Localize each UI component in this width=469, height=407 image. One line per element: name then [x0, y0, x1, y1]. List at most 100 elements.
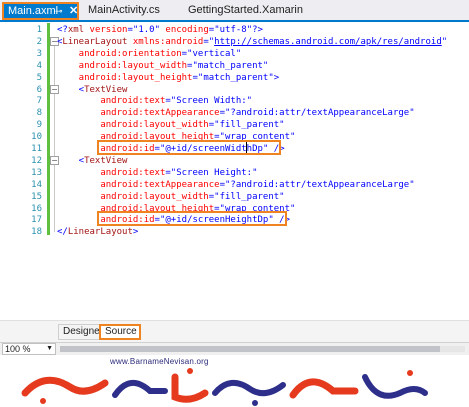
line-number: 13: [31, 167, 42, 178]
tab-main-axml[interactable]: Main.axml ⊸ ✕: [2, 2, 79, 20]
code-text: <TextView: [57, 155, 128, 167]
code-token: android:layout_width: [57, 60, 188, 71]
highlight-box-screenheightdp: [97, 211, 287, 226]
view-switcher: Designer Source: [0, 320, 469, 342]
code-token: ">: [268, 72, 280, 83]
line-number: 9: [36, 120, 42, 131]
line-number: 18: [31, 227, 42, 238]
zoom-dropdown[interactable]: 100 % ▼: [2, 343, 56, 355]
code-line[interactable]: 9 android:layout_width="fill_parent": [0, 119, 469, 131]
code-token: fill_parent: [219, 120, 280, 131]
code-token: "?>: [246, 25, 263, 35]
code-token: TextView: [84, 84, 128, 95]
editor-status-bar: 100 % ▼: [0, 342, 469, 355]
pin-icon[interactable]: ⊸: [55, 4, 63, 18]
tab-label: Main.axml: [8, 5, 59, 17]
code-token: fill_parent: [219, 191, 280, 202]
code-text: android:layout_width="fill_parent": [57, 191, 285, 203]
code-token: =": [181, 48, 193, 59]
text-cursor: [246, 142, 247, 153]
code-token: ": [262, 60, 269, 71]
code-text: android:text="Screen Width:": [57, 95, 252, 107]
line-number: 2: [36, 36, 42, 47]
code-token: xmlns:android: [127, 36, 204, 47]
code-line[interactable]: 13 android:text="Screen Height:": [0, 167, 469, 179]
code-token: =": [208, 120, 220, 131]
code-line[interactable]: 4 android:layout_width="match_parent": [0, 60, 469, 72]
code-token: >: [132, 227, 139, 238]
code-line[interactable]: 8 android:textAppearance="?android:attr/…: [0, 107, 469, 119]
code-line[interactable]: 18 </LinearLayout>: [0, 226, 469, 238]
code-line[interactable]: 12− <TextView: [0, 155, 469, 167]
code-token: android:textAppearance: [57, 108, 220, 119]
code-token: ": [290, 203, 296, 214]
code-token: ": [441, 36, 448, 47]
code-line[interactable]: 5 android:layout_height="match_parent">: [0, 72, 469, 84]
tab-gettingstarted-xamarin[interactable]: GettingStarted.Xamarin: [188, 2, 303, 20]
code-token: Screen Width:: [176, 96, 247, 107]
line-number: 8: [36, 108, 42, 119]
code-token: TextView: [84, 155, 128, 166]
code-token: ": [409, 108, 415, 119]
line-number: 14: [31, 179, 42, 190]
code-line[interactable]: 7 android:text="Screen Width:": [0, 95, 469, 107]
highlight-box-screenwidthdp: [97, 140, 281, 155]
code-token: ": [235, 48, 242, 59]
code-token: android:textAppearance: [57, 179, 220, 190]
code-token: ": [279, 191, 285, 202]
code-token: =": [127, 25, 139, 35]
source-tab[interactable]: Source: [99, 324, 141, 340]
code-token: <: [57, 84, 85, 95]
code-token: ?android:attr/textAppearanceLarge: [230, 108, 410, 119]
code-token: match_parent: [203, 72, 269, 83]
code-token: ": [279, 120, 285, 131]
line-number: 16: [31, 203, 42, 214]
line-number: 4: [36, 60, 42, 71]
code-token: ": [246, 96, 253, 107]
code-token: android:text: [57, 167, 166, 178]
code-token: match_parent: [197, 60, 263, 71]
code-line[interactable]: 3 android:orientation="vertical": [0, 48, 469, 60]
code-token: xml: [67, 25, 85, 35]
code-text: android:textAppearance="?android:attr/te…: [57, 179, 415, 191]
code-token: =": [165, 167, 177, 178]
code-text: android:text="Screen Height:": [57, 167, 258, 179]
code-token: utf-8: [219, 25, 247, 35]
horizontal-scrollbar[interactable]: [60, 346, 465, 352]
code-line[interactable]: 15 android:layout_width="fill_parent": [0, 191, 469, 203]
code-token: vertical: [192, 48, 236, 59]
tab-mainactivity-cs[interactable]: MainActivity.cs: [88, 2, 160, 20]
line-number: 3: [36, 48, 42, 59]
zoom-value: 100 %: [5, 344, 31, 354]
code-token: =": [219, 108, 231, 119]
line-number: 15: [31, 191, 42, 202]
code-token: =": [208, 25, 220, 35]
code-token: http://schemas.android.com/apk/res/andro…: [214, 36, 442, 47]
line-number: 17: [31, 215, 42, 226]
code-text: android:layout_width="match_parent": [57, 60, 269, 72]
code-token: Screen Height:: [176, 167, 253, 178]
close-icon[interactable]: ✕: [69, 4, 78, 18]
code-token: ": [290, 132, 296, 143]
code-token: version: [84, 25, 128, 35]
code-text: </LinearLayout>: [57, 226, 138, 238]
code-editor[interactable]: 1 <?xml version="1.0" encoding="utf-8"?> 2…: [0, 22, 469, 320]
code-token: LinearLayout: [67, 227, 133, 238]
line-number: 12: [31, 155, 42, 166]
code-token: android:text: [57, 96, 166, 107]
code-line[interactable]: 6− <TextView: [0, 84, 469, 96]
code-token: ": [252, 167, 258, 178]
code-token: ": [409, 179, 415, 190]
code-line[interactable]: 2− <LinearLayout xmlns:android="http://sc…: [0, 36, 469, 48]
code-text: android:layout_width="fill_parent": [57, 119, 285, 131]
code-token: =": [165, 96, 177, 107]
document-tab-bar: Main.axml ⊸ ✕ MainActivity.cs GettingSta…: [0, 0, 469, 20]
code-line[interactable]: 14 android:textAppearance="?android:attr…: [0, 179, 469, 191]
code-token: ?android:attr/textAppearanceLarge: [230, 179, 410, 190]
code-line[interactable]: 1 <?xml version="1.0" encoding="utf-8"?>: [0, 24, 469, 36]
code-token: =": [187, 60, 198, 71]
code-text: <TextView: [57, 84, 128, 96]
code-token: </: [57, 227, 68, 238]
code-token: LinearLayout: [62, 36, 128, 47]
scrollbar-thumb[interactable]: [60, 346, 440, 352]
